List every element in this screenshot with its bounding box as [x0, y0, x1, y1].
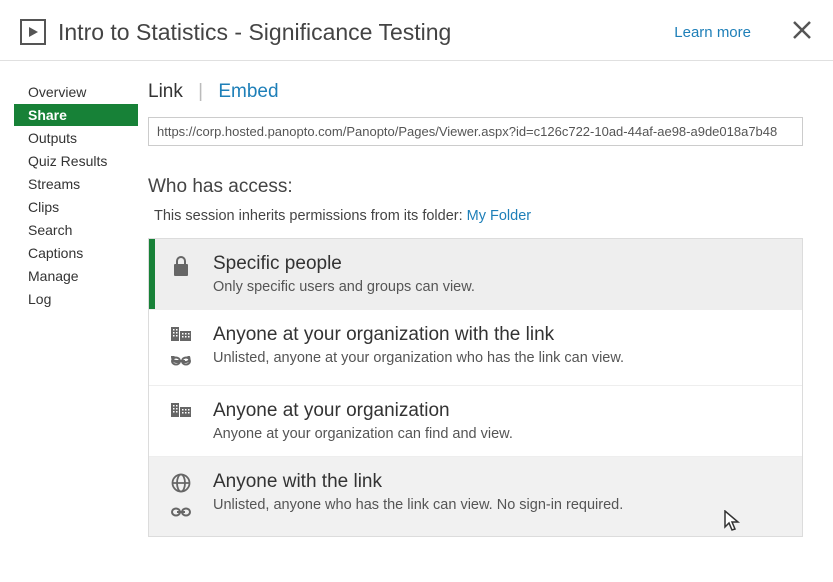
close-icon[interactable]	[791, 18, 813, 46]
share-url-input[interactable]	[148, 117, 803, 146]
tab-embed[interactable]: Embed	[218, 81, 278, 102]
share-tabs: Link | Embed	[148, 81, 803, 103]
access-option-title: Anyone at your organization with the lin…	[213, 324, 788, 346]
sidebar-item-clips[interactable]: Clips	[20, 196, 138, 218]
sidebar: Overview Share Outputs Quiz Results Stre…	[0, 81, 138, 537]
access-option-title: Anyone with the link	[213, 471, 788, 493]
sidebar-item-streams[interactable]: Streams	[20, 173, 138, 195]
dialog-header: Intro to Statistics - Significance Testi…	[0, 0, 833, 61]
sidebar-item-overview[interactable]: Overview	[20, 81, 138, 103]
sidebar-item-outputs[interactable]: Outputs	[20, 127, 138, 149]
tab-separator: |	[198, 81, 203, 102]
sidebar-item-captions[interactable]: Captions	[20, 242, 138, 264]
learn-more-link[interactable]: Learn more	[674, 24, 751, 41]
sidebar-item-log[interactable]: Log	[20, 288, 138, 310]
play-icon	[20, 19, 46, 45]
globe-icon	[171, 473, 191, 498]
access-option-public-link[interactable]: Anyone with the link Unlisted, anyone wh…	[149, 456, 802, 536]
link-icon	[171, 504, 191, 522]
access-option-org[interactable]: Anyone at your organization Anyone at yo…	[149, 385, 802, 456]
dialog-title: Intro to Statistics - Significance Testi…	[58, 19, 674, 46]
access-option-desc: Only specific users and groups can view.	[213, 279, 788, 295]
main-panel: Link | Embed Who has access: This sessio…	[138, 81, 833, 537]
sidebar-item-quiz-results[interactable]: Quiz Results	[20, 150, 138, 172]
sidebar-item-search[interactable]: Search	[20, 219, 138, 241]
inherit-text: This session inherits permissions from i…	[154, 208, 467, 224]
link-icon	[171, 353, 191, 371]
sidebar-item-manage[interactable]: Manage	[20, 265, 138, 287]
lock-icon	[171, 255, 191, 282]
building-icon	[170, 326, 192, 347]
access-option-title: Specific people	[213, 253, 788, 275]
access-option-title: Anyone at your organization	[213, 400, 788, 422]
access-options: Specific people Only specific users and …	[148, 238, 803, 537]
access-option-desc: Unlisted, anyone who has the link can vi…	[213, 497, 788, 513]
inherit-line: This session inherits permissions from i…	[148, 208, 803, 224]
tab-link[interactable]: Link	[148, 81, 183, 102]
folder-link[interactable]: My Folder	[467, 208, 531, 224]
access-option-specific-people[interactable]: Specific people Only specific users and …	[149, 239, 802, 309]
access-option-org-link[interactable]: Anyone at your organization with the lin…	[149, 309, 802, 385]
sidebar-item-share[interactable]: Share	[14, 104, 138, 126]
building-icon	[170, 402, 192, 423]
access-option-desc: Unlisted, anyone at your organization wh…	[213, 350, 788, 366]
access-option-desc: Anyone at your organization can find and…	[213, 426, 788, 442]
access-heading: Who has access:	[148, 176, 803, 198]
